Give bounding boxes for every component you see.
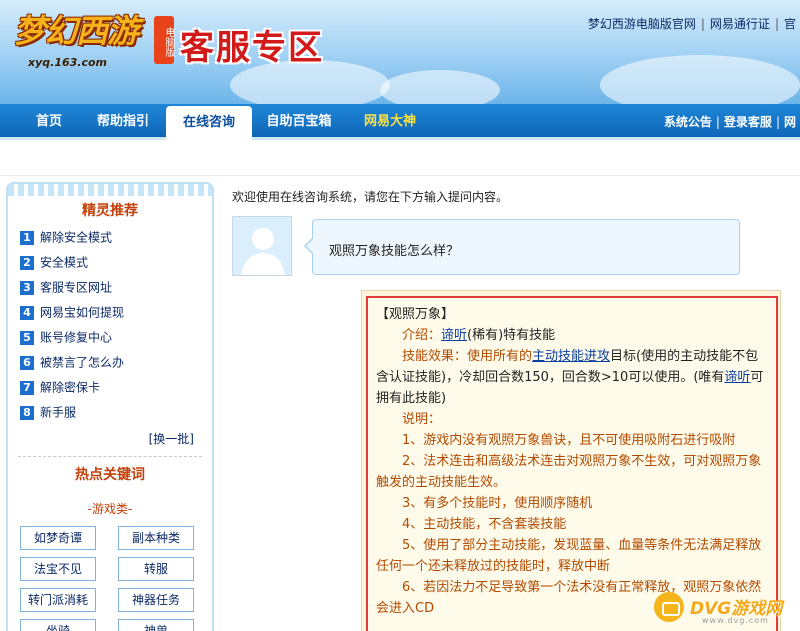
note-item: 5、使用了部分主动技能，发现蓝量、血量等条件无法满足释放任何一个还未释放过的技能… [376, 538, 762, 574]
item-label: 账号修复中心 [40, 330, 113, 345]
answer-heading: 【观照万象】 [376, 307, 455, 322]
item-number: 1 [20, 230, 34, 245]
recommend-item[interactable]: 8 新手服 [20, 403, 206, 428]
gamepad-icon [654, 592, 684, 622]
recommend-item[interactable]: 7 解除密保卡 [20, 378, 206, 403]
effect-label: 技能效果：使用所有的 [402, 349, 533, 364]
skill-link-2[interactable]: 谛听 [724, 370, 750, 385]
chat-area: 欢迎使用在线咨询系统，请您在下方输入提问内容。 观照万象技能怎么样？ 【观照万象… [224, 176, 800, 631]
separator: | [775, 115, 780, 129]
user-avatar [232, 216, 292, 276]
game-logo[interactable]: 梦幻西游 电脑版 xyq.163.com [8, 4, 176, 76]
main-nav: 首页 帮助指引 在线咨询 自助百宝箱 网易大神 系统公告 | 登录客服 | 网 [0, 104, 800, 140]
page-title: 客服专区 [180, 28, 324, 68]
item-number: 3 [20, 280, 34, 295]
announcement-link[interactable]: 系统公告 [664, 115, 712, 129]
keywords-title: 热点关键词 [75, 467, 145, 483]
question-bubble: 观照万象技能怎么样？ [304, 219, 740, 275]
logo-badge: 电脑版 [154, 16, 174, 64]
recommend-item[interactable]: 4 网易宝如何提现 [20, 303, 206, 328]
note-item: 4、主动技能，不含套装技能 [402, 517, 567, 532]
refresh-link[interactable]: [换一批] [149, 430, 194, 447]
sidebar-title: 精灵推荐 [82, 203, 138, 219]
top-links: 梦幻西游电脑版官网 | 网易通行证 | 官 [588, 15, 796, 32]
answer-effect: 技能效果：使用所有的主动技能进攻目标(使用的主动技能不包含认证技能)，冷却回合数… [376, 346, 768, 409]
truncated-nav-link[interactable]: 网 [784, 115, 796, 129]
item-number: 2 [20, 255, 34, 270]
answer-bubble: 【观照万象】 介绍：谛听(稀有)特有技能 技能效果：使用所有的主动技能进攻目标(… [361, 290, 781, 631]
login-link[interactable]: 登录客服 [724, 115, 772, 129]
keyword-button[interactable]: 神器任务 [118, 588, 194, 612]
tab-online-consult[interactable]: 在线咨询 [166, 106, 252, 140]
notes-label: 说明： [402, 412, 442, 427]
nav-right-links: 系统公告 | 登录客服 | 网 [664, 104, 796, 140]
item-label: 解除安全模式 [40, 230, 113, 245]
keyword-button[interactable]: 如梦奇谭 [20, 526, 96, 550]
divider [18, 456, 202, 457]
keywords-category: -游戏类- [87, 502, 133, 516]
answer-content: 【观照万象】 介绍：谛听(稀有)特有技能 技能效果：使用所有的主动技能进攻目标(… [366, 296, 778, 631]
keyword-button[interactable]: 坐骑 [20, 619, 96, 631]
note-item: 2、法术连击和高级法术连击对观照万象不生效，可对观照万象触发的主动技能生效。 [376, 454, 762, 490]
recommend-item[interactable]: 1 解除安全模式 [20, 228, 206, 253]
watermark-sub: www.dvg.com [702, 616, 769, 625]
sidebar: 精灵推荐 1 解除安全模式 2 安全模式 3 客服专区网址 4 网易宝如何提现 5 账号修… [6, 182, 214, 631]
item-number: 6 [20, 355, 34, 370]
tab-netease-dashen[interactable]: 网易大神 [352, 104, 428, 140]
user-silhouette-icon [233, 217, 291, 275]
question-text: 观照万象技能怎么样？ [329, 244, 460, 259]
logo-url: xyq.163.com [28, 56, 107, 69]
separator: | [774, 17, 779, 31]
welcome-text: 欢迎使用在线咨询系统，请您在下方输入提问内容。 [232, 190, 509, 204]
tab-self-service[interactable]: 自助百宝箱 [258, 104, 340, 140]
truncated-link[interactable]: 官 [784, 17, 796, 31]
recommend-item[interactable]: 2 安全模式 [20, 253, 206, 278]
item-number: 7 [20, 380, 34, 395]
item-number: 5 [20, 330, 34, 345]
note-item: 1、游戏内没有观照万象兽诀，且不可使用吸附石进行吸附 [402, 433, 736, 448]
item-label: 网易宝如何提现 [40, 305, 125, 320]
logo-text: 梦幻西游 [14, 12, 139, 50]
keyword-button[interactable]: 转门派消耗 [20, 588, 96, 612]
netease-passport-link[interactable]: 网易通行证 [710, 17, 770, 31]
keyword-button[interactable]: 法宝不见 [20, 557, 96, 581]
skill-link[interactable]: 谛听 [441, 328, 467, 343]
item-label: 解除密保卡 [40, 380, 101, 395]
keyword-button[interactable]: 转服 [118, 557, 194, 581]
item-label: 被禁言了怎么办 [40, 355, 125, 370]
answer-intro: 介绍：谛听(稀有)特有技能 [376, 325, 768, 346]
recommend-item[interactable]: 5 账号修复中心 [20, 328, 206, 353]
watermark: DVG游戏网 www.dvg.com [650, 584, 800, 631]
separator: | [700, 17, 705, 31]
active-skill-link[interactable]: 主动技能进攻 [532, 349, 610, 364]
intro-rest: (稀有)特有技能 [467, 328, 556, 343]
site-header: 梦幻西游 电脑版 xyq.163.com 客服专区 梦幻西游电脑版官网 | 网易通行… [0, 0, 800, 104]
item-label: 客服专区网址 [40, 280, 113, 295]
note-item: 3、有多个技能时，使用顺序随机 [402, 496, 593, 511]
sub-band [0, 143, 800, 176]
official-site-link[interactable]: 梦幻西游电脑版官网 [588, 17, 696, 31]
item-label: 新手服 [40, 405, 77, 420]
intro-label: 介绍： [402, 328, 442, 343]
recommend-item[interactable]: 3 客服专区网址 [20, 278, 206, 303]
recommend-list: 1 解除安全模式 2 安全模式 3 客服专区网址 4 网易宝如何提现 5 账号修复中心 6… [20, 228, 206, 428]
item-number: 4 [20, 305, 34, 320]
item-number: 8 [20, 405, 34, 420]
separator: | [715, 115, 720, 129]
keyword-button[interactable]: 神兽 [118, 619, 194, 631]
recommend-item[interactable]: 6 被禁言了怎么办 [20, 353, 206, 378]
keyword-button[interactable]: 副本种类 [118, 526, 194, 550]
item-label: 安全模式 [40, 255, 89, 270]
tab-help[interactable]: 帮助指引 [88, 104, 158, 140]
tab-home[interactable]: 首页 [20, 104, 78, 140]
